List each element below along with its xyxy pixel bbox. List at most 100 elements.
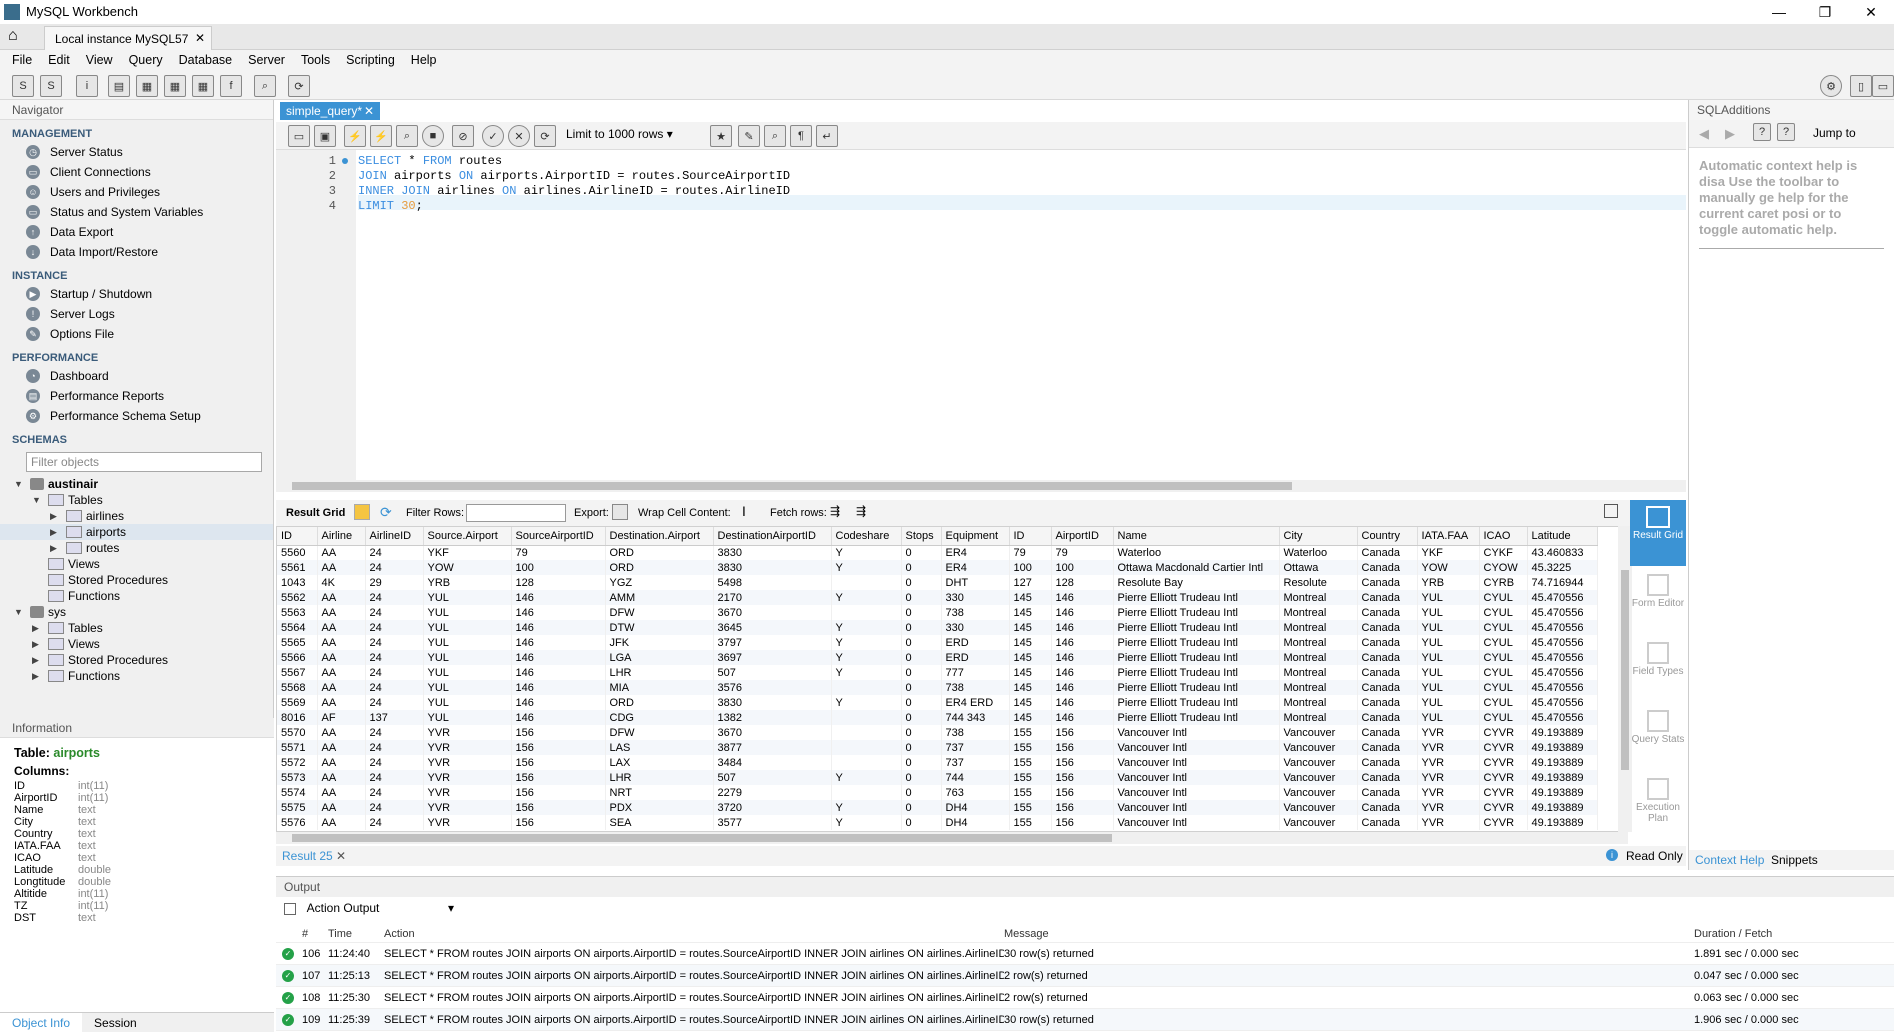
table-cell[interactable]: LHR bbox=[605, 770, 714, 785]
table-cell[interactable]: 3577 bbox=[713, 815, 832, 830]
table-row[interactable]: 5572 AA 24 YVR 156 LAX 3484 0 737 155 156 Vancouver… bbox=[277, 755, 1598, 770]
table-cell[interactable]: 49.193889 bbox=[1527, 740, 1598, 755]
table-cell[interactable]: 0 bbox=[901, 695, 942, 710]
table-cell[interactable]: Canada bbox=[1357, 815, 1418, 830]
table-cell[interactable]: 45.470556 bbox=[1527, 680, 1598, 695]
toggle-output-icon[interactable]: ▭ bbox=[1872, 75, 1894, 97]
table-cell[interactable]: Canada bbox=[1357, 635, 1418, 650]
tree-sys-tables[interactable]: ▶ Tables bbox=[0, 620, 273, 636]
table-cell[interactable]: ER4 bbox=[941, 560, 1010, 575]
open-sql-script-icon[interactable]: S bbox=[40, 75, 62, 97]
table-cell[interactable]: CYVR bbox=[1479, 740, 1528, 755]
toggle-continue-icon[interactable]: ⊘ bbox=[452, 125, 474, 147]
table-cell[interactable]: Montreal bbox=[1279, 680, 1358, 695]
table-cell[interactable]: 24 bbox=[365, 665, 424, 680]
menu-file[interactable]: File bbox=[4, 50, 40, 72]
table-cell[interactable]: Vancouver Intl bbox=[1113, 770, 1280, 785]
table-cell[interactable]: Canada bbox=[1357, 725, 1418, 740]
table-cell[interactable]: LGA bbox=[605, 650, 714, 665]
table-cell[interactable]: 45.470556 bbox=[1527, 635, 1598, 650]
rollback-icon[interactable]: ✕ bbox=[508, 125, 530, 147]
table-cell[interactable]: AA bbox=[317, 770, 366, 785]
table-cell[interactable]: LAS bbox=[605, 740, 714, 755]
table-cell[interactable]: Vancouver bbox=[1279, 815, 1358, 830]
table-cell[interactable]: 24 bbox=[365, 725, 424, 740]
table-cell[interactable]: Vancouver bbox=[1279, 755, 1358, 770]
table-cell[interactable]: CYVR bbox=[1479, 770, 1528, 785]
table-cell[interactable]: 5564 bbox=[277, 620, 318, 635]
find-icon[interactable]: ⌕ bbox=[764, 125, 786, 147]
close-button[interactable]: ✕ bbox=[1848, 0, 1894, 24]
table-cell[interactable]: YUL bbox=[423, 650, 512, 665]
side-form-editor-button[interactable]: Form Editor bbox=[1630, 574, 1686, 634]
table-cell[interactable]: Montreal bbox=[1279, 710, 1358, 725]
table-cell[interactable]: 146 bbox=[1051, 650, 1114, 665]
table-cell[interactable]: YUL bbox=[1417, 695, 1480, 710]
table-cell[interactable]: 146 bbox=[1051, 665, 1114, 680]
table-cell[interactable]: YUL bbox=[1417, 605, 1480, 620]
table-cell[interactable]: 49.193889 bbox=[1527, 785, 1598, 800]
menu-tools[interactable]: Tools bbox=[293, 50, 338, 72]
table-cell[interactable]: 0 bbox=[901, 650, 942, 665]
create-schema-icon[interactable]: ▤ bbox=[108, 75, 130, 97]
table-cell[interactable]: 5566 bbox=[277, 650, 318, 665]
table-row[interactable]: 5561 AA 24 YOW 100 ORD 3830 Y 0 ER4 100 100 Ottawa M… bbox=[277, 560, 1598, 575]
table-cell[interactable]: 146 bbox=[1051, 695, 1114, 710]
table-cell[interactable]: 24 bbox=[365, 635, 424, 650]
filter-objects-input[interactable]: Filter objects bbox=[26, 452, 262, 472]
table-cell[interactable]: Montreal bbox=[1279, 605, 1358, 620]
table-cell[interactable]: PDX bbox=[605, 800, 714, 815]
table-cell[interactable]: CYKF bbox=[1479, 545, 1528, 560]
table-cell[interactable]: CYVR bbox=[1479, 755, 1528, 770]
scroll-thumb[interactable] bbox=[292, 482, 1292, 490]
table-cell[interactable]: 156 bbox=[1051, 770, 1114, 785]
table-cell[interactable]: 5567 bbox=[277, 665, 318, 680]
table-cell[interactable]: 146 bbox=[511, 710, 606, 725]
table-cell[interactable]: 45.470556 bbox=[1527, 665, 1598, 680]
table-cell[interactable]: Pierre Elliott Trudeau Intl bbox=[1113, 695, 1280, 710]
table-cell[interactable]: 738 bbox=[941, 680, 1010, 695]
nav-dashboard[interactable]: ◔ Dashboard bbox=[0, 366, 273, 386]
table-cell[interactable]: 146 bbox=[511, 620, 606, 635]
table-cell[interactable]: 146 bbox=[511, 665, 606, 680]
new-sql-tab-icon[interactable]: S bbox=[12, 75, 34, 97]
nav-client-connections[interactable]: ▭ Client Connections bbox=[0, 162, 273, 182]
nav-data-import[interactable]: ↓ Data Import/Restore bbox=[0, 242, 273, 262]
table-cell[interactable]: Pierre Elliott Trudeau Intl bbox=[1113, 665, 1280, 680]
table-cell[interactable]: 146 bbox=[1051, 605, 1114, 620]
table-cell[interactable]: 155 bbox=[1009, 740, 1052, 755]
jump-to-select[interactable]: Jump to bbox=[1813, 126, 1856, 140]
table-cell[interactable]: AA bbox=[317, 545, 366, 560]
grid-icon[interactable] bbox=[354, 504, 370, 520]
table-cell[interactable]: 3576 bbox=[713, 680, 832, 695]
table-cell[interactable]: 45.3225 bbox=[1527, 560, 1598, 575]
table-cell[interactable]: 146 bbox=[511, 590, 606, 605]
table-cell[interactable]: YVR bbox=[423, 770, 512, 785]
table-cell[interactable]: ORD bbox=[605, 695, 714, 710]
table-cell[interactable]: AA bbox=[317, 725, 366, 740]
table-cell[interactable]: Resolute Bay bbox=[1113, 575, 1280, 590]
table-cell[interactable]: 5568 bbox=[277, 680, 318, 695]
table-cell[interactable]: 8016 bbox=[277, 710, 318, 725]
table-cell[interactable]: LAX bbox=[605, 755, 714, 770]
expand-arrow-icon[interactable]: ▶ bbox=[50, 527, 62, 538]
table-cell[interactable]: 145 bbox=[1009, 665, 1052, 680]
column-header[interactable]: ICAO bbox=[1479, 527, 1528, 546]
table-cell[interactable]: YUL bbox=[423, 635, 512, 650]
forward-icon[interactable]: ▶ bbox=[1725, 126, 1735, 142]
table-cell[interactable]: 5570 bbox=[277, 725, 318, 740]
table-cell[interactable]: CYUL bbox=[1479, 665, 1528, 680]
menu-edit[interactable]: Edit bbox=[40, 50, 78, 72]
expand-arrow-icon[interactable]: ▶ bbox=[50, 543, 62, 554]
table-cell[interactable]: YUL bbox=[1417, 710, 1480, 725]
table-cell[interactable]: 3645 bbox=[713, 620, 832, 635]
table-cell[interactable]: CYVR bbox=[1479, 800, 1528, 815]
table-cell[interactable]: 3484 bbox=[713, 755, 832, 770]
table-cell[interactable]: JFK bbox=[605, 635, 714, 650]
table-cell[interactable]: AA bbox=[317, 650, 366, 665]
table-cell[interactable]: 5560 bbox=[277, 545, 318, 560]
table-cell[interactable]: 5562 bbox=[277, 590, 318, 605]
reconnect-icon[interactable]: ⟳ bbox=[288, 75, 310, 97]
table-cell[interactable]: 24 bbox=[365, 770, 424, 785]
table-cell[interactable]: 0 bbox=[901, 635, 942, 650]
